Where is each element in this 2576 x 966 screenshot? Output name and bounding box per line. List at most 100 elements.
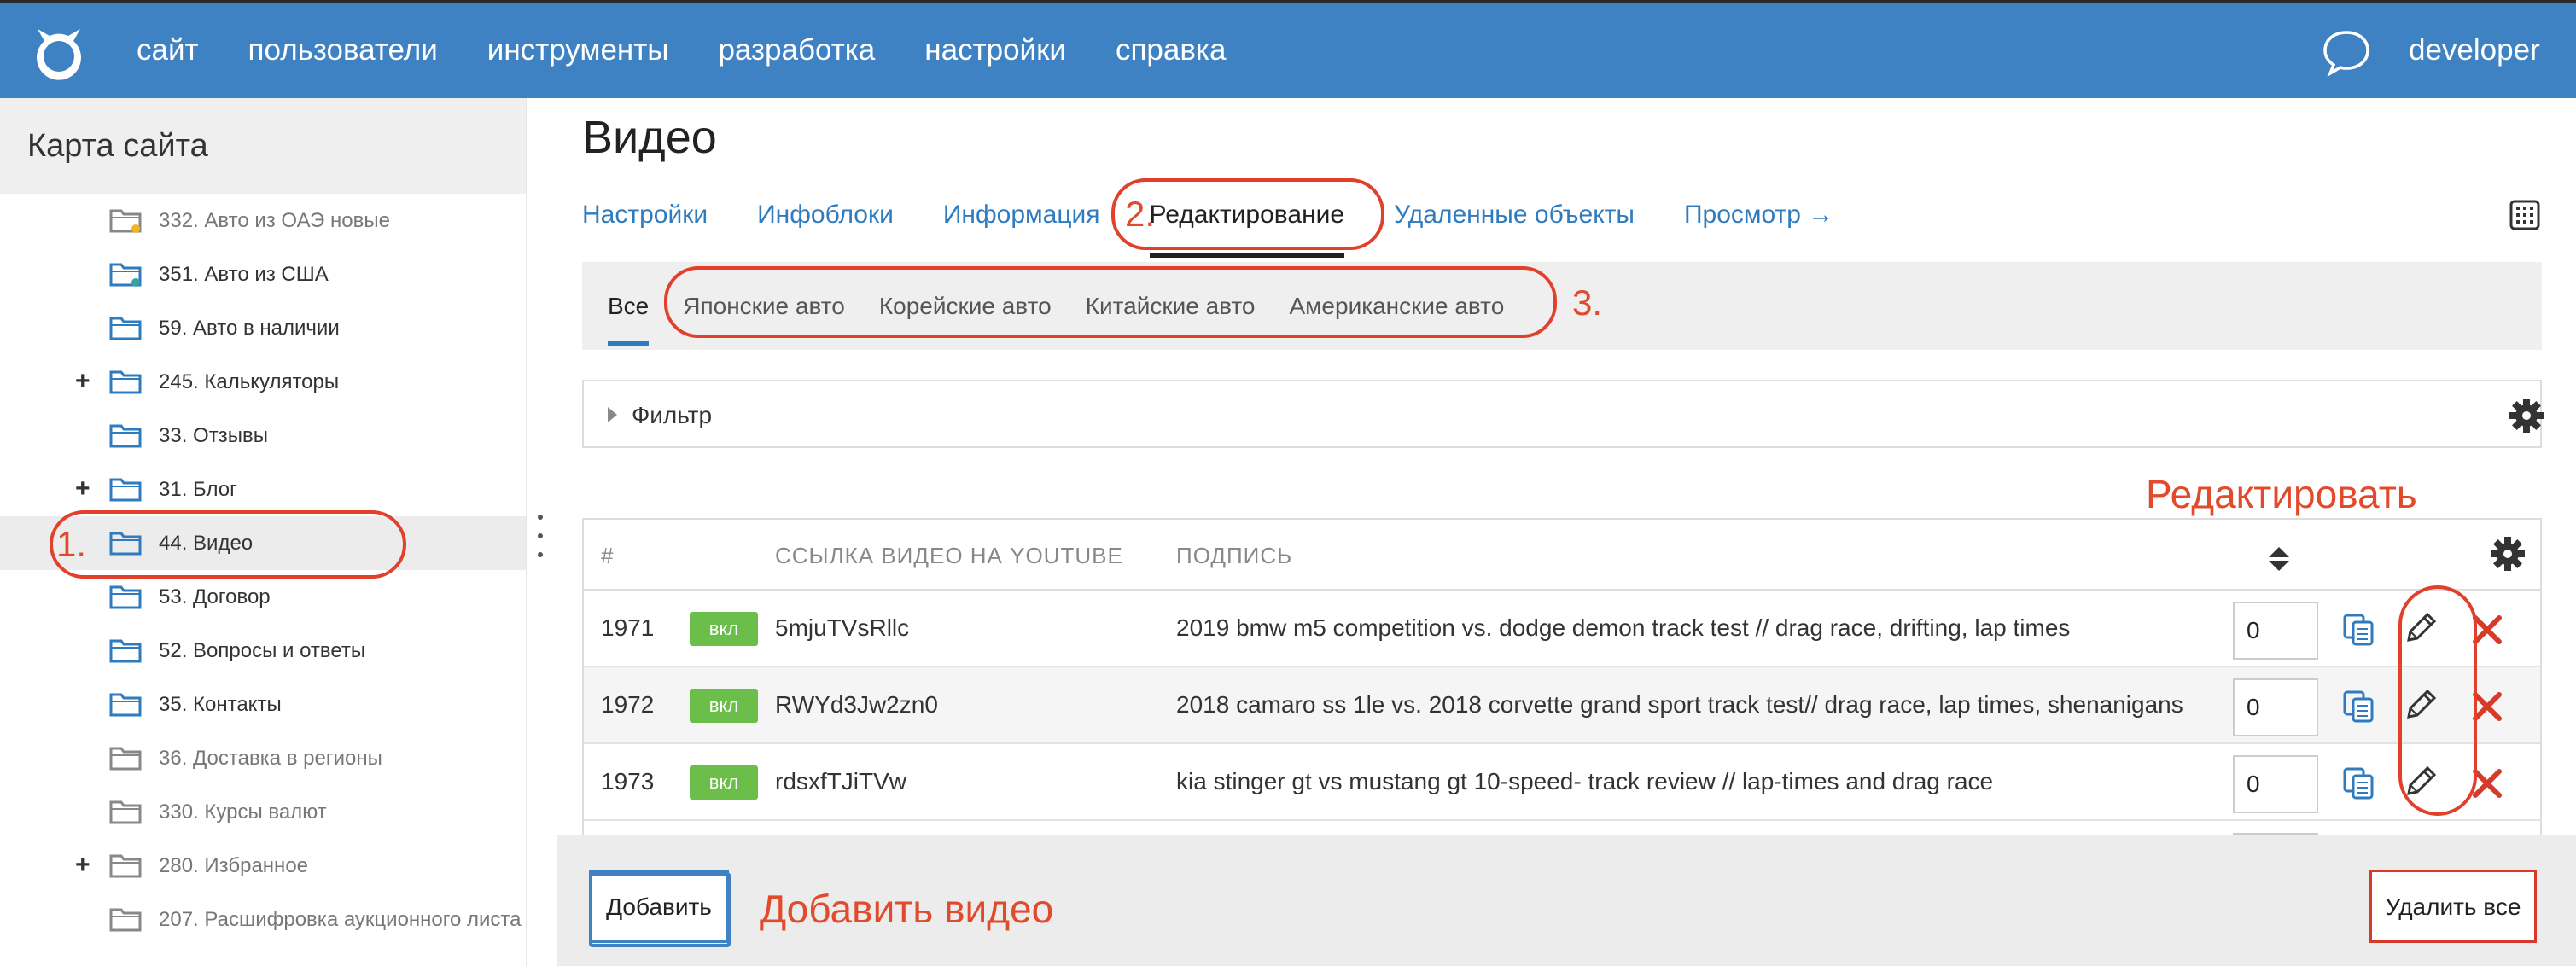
user-menu[interactable]: developer — [2409, 29, 2540, 72]
row-id: 1972 — [601, 691, 655, 718]
cat-logo-icon[interactable] — [29, 22, 89, 82]
grid-view-icon[interactable] — [2509, 200, 2540, 230]
columns-gear-icon[interactable] — [2489, 535, 2526, 573]
video-caption: 2019 bmw m5 competition vs. dodge demon … — [1176, 614, 2071, 641]
sidebar-tree-item[interactable]: 36. Доставка в регионы — [0, 731, 526, 785]
sidebar-tree-item[interactable]: 52. Вопросы и ответы — [0, 624, 526, 678]
sidebar-item-label: 332. Авто из ОАЭ новые — [159, 209, 390, 232]
folder-icon — [109, 747, 142, 771]
expand-triangle-icon — [608, 407, 617, 422]
sidebar-tree-item[interactable]: 351. Авто из США — [0, 247, 526, 301]
tab-information[interactable]: Информация — [943, 194, 1100, 258]
menu-development[interactable]: разработка — [718, 29, 875, 72]
videos-table: # ССЫЛКА ВИДЕО НА YOUTUBE ПОДПИСЬ 1971 вк… — [582, 518, 2542, 859]
table-row: 1971 вкл 5mjuTVsRllc 2019 bmw m5 competitio… — [584, 591, 2540, 667]
expand-plus-icon[interactable]: + — [75, 474, 90, 503]
priority-input[interactable]: 0 — [2233, 602, 2318, 660]
expand-plus-icon[interactable]: + — [75, 367, 90, 396]
copy-icon[interactable] — [2342, 690, 2375, 724]
folder-icon — [109, 317, 142, 340]
row-id: 1973 — [601, 768, 655, 794]
resize-handle[interactable] — [536, 512, 545, 560]
folder-icon — [109, 424, 142, 448]
folder-icon — [109, 854, 142, 878]
youtube-id: 5mjuTVsRllc — [775, 614, 910, 641]
folder-icon — [109, 693, 142, 717]
chat-bubble-icon[interactable] — [2322, 29, 2371, 77]
menu-settings[interactable]: настройки — [924, 29, 1066, 72]
sidebar-tree-item[interactable]: 59. Авто в наличии — [0, 301, 526, 355]
menu-site[interactable]: сайт — [137, 29, 199, 72]
filter-panel[interactable]: Фильтр — [582, 380, 2545, 448]
sidebar-tree-item[interactable]: 330. Курсы валют — [0, 785, 526, 839]
sidebar-tree-item[interactable]: 332. Авто из ОАЭ новые — [0, 194, 526, 247]
status-badge[interactable]: вкл — [690, 765, 758, 800]
tab-infoblocks[interactable]: Инфоблоки — [757, 194, 894, 258]
menu-tools[interactable]: инструменты — [487, 29, 669, 72]
priority-input[interactable]: 0 — [2233, 678, 2318, 736]
annotation-add-video-label: Добавить видео — [760, 887, 1054, 931]
sidebar-title: Карта сайта — [0, 98, 526, 194]
video-caption: 2018 camaro ss 1le vs. 2018 corvette gra… — [1176, 691, 2183, 718]
folder-icon — [109, 639, 142, 663]
sort-icon[interactable] — [2267, 545, 2291, 573]
sidebar-item-label: 31. Блог — [159, 478, 237, 501]
table-header: # ССЫЛКА ВИДЕО НА YOUTUBE ПОДПИСЬ — [584, 520, 2540, 591]
tab-deleted-objects[interactable]: Удаленные объекты — [1394, 194, 1635, 258]
col-caption[interactable]: ПОДПИСЬ — [1176, 540, 1292, 571]
video-caption: kia stinger gt vs mustang gt 10-speed- t… — [1176, 768, 1994, 794]
main-content: Видео Настройки Инфоблоки Информация Ред… — [557, 98, 2576, 966]
menu-users[interactable]: пользователи — [248, 29, 438, 72]
tab-preview[interactable]: Просмотр → — [1684, 194, 1833, 258]
annotation-step-2: 2. — [1125, 194, 1156, 234]
subtab-all[interactable]: Все — [608, 282, 650, 346]
priority-input[interactable]: 0 — [2233, 755, 2318, 813]
sidebar-item-label: 52. Вопросы и ответы — [159, 639, 366, 662]
annotation-edit-label: Редактировать — [2146, 472, 2417, 516]
menu-help[interactable]: справка — [1116, 29, 1227, 72]
copy-icon[interactable] — [2342, 766, 2375, 800]
table-body: 1971 вкл 5mjuTVsRllc 2019 bmw m5 competitio… — [584, 591, 2540, 859]
sidebar-tree-item[interactable]: +280. Избранное — [0, 839, 526, 893]
sidebar-item-label: 33. Отзывы — [159, 424, 268, 447]
main-menu: сайт пользователи инструменты разработка… — [137, 29, 1275, 72]
col-number: # — [601, 543, 615, 568]
sidebar-item-label: 330. Курсы валют — [159, 800, 327, 823]
table-row: 1972 вкл RWYd3Jw2zn0 2018 camaro ss 1le vs.… — [584, 667, 2540, 744]
copy-icon[interactable] — [2342, 613, 2375, 647]
col-youtube-link[interactable]: ССЫЛКА ВИДЕО НА YOUTUBE — [775, 540, 1123, 571]
sidebar-tree-item[interactable]: 33. Отзывы — [0, 409, 526, 463]
annotation-oval-edit-icons — [2398, 585, 2477, 816]
folder-icon — [109, 370, 142, 394]
sidebar-tree-item[interactable]: +31. Блог — [0, 463, 526, 516]
folder-icon — [109, 478, 142, 502]
youtube-id: RWYd3Jw2zn0 — [775, 691, 938, 718]
annotation-oval-subtabs — [664, 266, 1557, 338]
annotation-step-3: 3. — [1572, 282, 1603, 323]
annotation-rect-add — [589, 872, 731, 947]
annotation-step-1: 1. — [56, 524, 87, 564]
tab-settings[interactable]: Настройки — [582, 194, 708, 258]
youtube-id: rdsxfTJiTVw — [775, 768, 906, 794]
filter-label: Фильтр — [632, 402, 713, 428]
sidebar-item-label: 36. Доставка в регионы — [159, 747, 382, 770]
folder-icon — [109, 263, 142, 287]
sidebar-tree-item[interactable]: 35. Контакты — [0, 678, 526, 731]
delete-all-button[interactable]: Удалить все — [2369, 870, 2537, 943]
sidebar-item-label: 207. Расшифровка аукционного листа — [159, 908, 522, 931]
folder-icon — [109, 209, 142, 233]
sidebar-item-label: 59. Авто в наличии — [159, 317, 340, 340]
expand-plus-icon[interactable]: + — [75, 851, 90, 880]
sidebar-tree-item[interactable]: +245. Калькуляторы — [0, 355, 526, 409]
row-id: 1971 — [601, 614, 655, 641]
status-badge[interactable]: вкл — [690, 689, 758, 723]
folder-icon — [109, 800, 142, 824]
top-navbar: сайт пользователи инструменты разработка… — [0, 0, 2576, 98]
folder-icon — [109, 585, 142, 609]
sidebar-tree-item[interactable]: 207. Расшифровка аукционного листа — [0, 893, 526, 946]
sidebar-item-label: 35. Контакты — [159, 693, 282, 716]
status-badge[interactable]: вкл — [690, 612, 758, 646]
page-title: Видео — [582, 112, 717, 163]
table-row: 1973 вкл rdsxfTJiTVw kia stinger gt vs must… — [584, 744, 2540, 821]
gear-icon[interactable] — [2508, 397, 2545, 434]
